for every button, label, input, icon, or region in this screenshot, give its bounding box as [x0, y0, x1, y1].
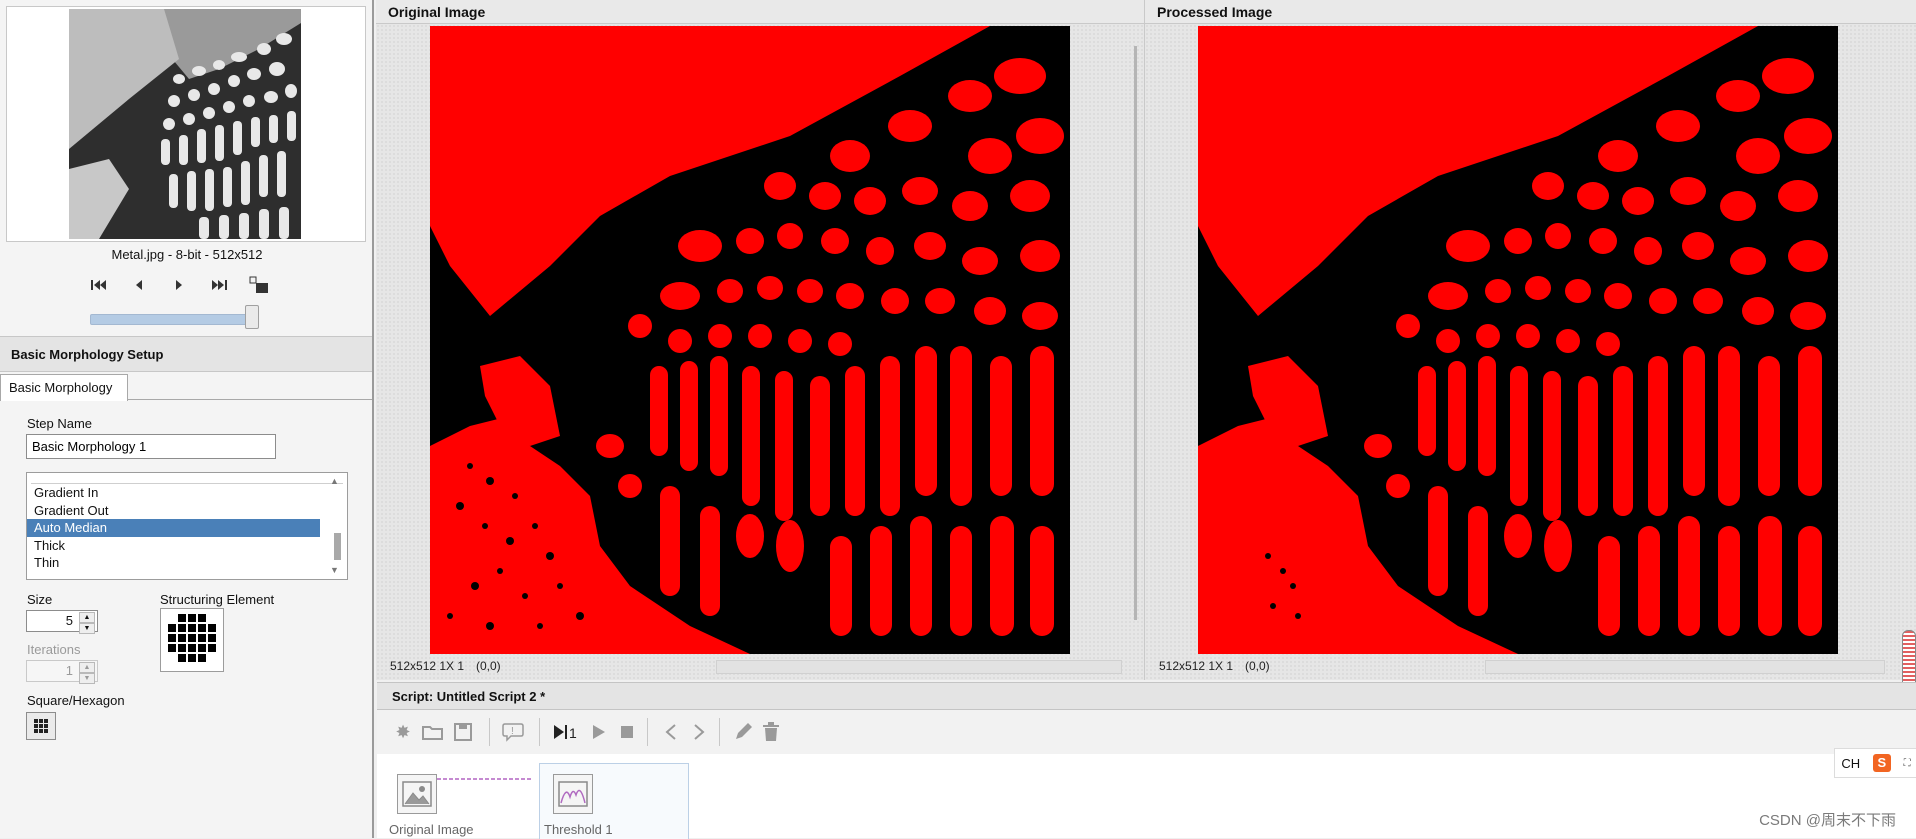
skip-last-icon [212, 280, 227, 290]
frame-view-button[interactable] [248, 274, 270, 296]
prev-frame-button[interactable] [128, 274, 150, 296]
script-step-label: Threshold 1 [544, 822, 613, 837]
delete-icon[interactable] [759, 720, 783, 744]
spin-down-icon[interactable]: ▼ [79, 623, 95, 634]
prev-icon [136, 280, 142, 290]
script-step-original-image[interactable]: Original Image [377, 754, 517, 838]
scroll-down-icon[interactable]: ▼ [330, 565, 339, 575]
thumbnail-frame [6, 6, 366, 242]
square-hexagon-button[interactable] [26, 712, 56, 740]
processed-view-title: Processed Image [1145, 0, 1916, 24]
list-item-thick[interactable]: Thick [27, 537, 320, 555]
original-status-size: 512x512 1X 1 [390, 659, 465, 673]
edit-icon[interactable] [731, 720, 755, 744]
setup-header: Basic Morphology Setup [0, 336, 372, 372]
script-step-label: Original Image [389, 822, 474, 837]
processed-h-scrollbar[interactable] [1485, 660, 1885, 674]
original-view: Original Image 512x512 1X 1 (0,0) [376, 0, 1144, 680]
run-step-icon[interactable]: 1 [551, 720, 581, 744]
original-status-coord: (0,0) [476, 659, 501, 673]
svg-text:!: ! [511, 726, 514, 737]
kernel-grid-icon [168, 614, 216, 662]
processed-status-size: 512x512 1X 1 [1159, 659, 1234, 673]
svg-text:1: 1 [569, 725, 577, 741]
shape-label: Square/Hexagon [27, 693, 125, 708]
comment-icon[interactable]: ! [501, 720, 525, 744]
spin-down-icon: ▼ [79, 673, 95, 684]
size-value: 5 [65, 613, 73, 628]
thumbnail-caption: Metal.jpg - 8-bit - 512x512 [111, 247, 263, 262]
view-splitter[interactable] [1134, 46, 1137, 620]
ime-indicator[interactable]: CH S ⛶ [1834, 748, 1916, 778]
scroll-up-icon[interactable]: ▲ [330, 476, 339, 486]
stop-icon[interactable] [615, 720, 639, 744]
frame-slider-handle[interactable] [245, 305, 259, 329]
original-view-title: Original Image [376, 0, 1144, 24]
operation-list-scrollbar[interactable] [334, 533, 341, 560]
frame-slider[interactable] [90, 314, 254, 325]
size-label: Size [27, 592, 53, 607]
processed-view: Processed Image 512x512 1X 1 (0,0) [1144, 0, 1916, 680]
forward-icon[interactable] [687, 720, 711, 744]
script-header: Script: Untitled Script 2 * [377, 682, 1916, 710]
threshold-step-icon [553, 774, 593, 814]
watermark: CSDN @周末不下雨 [1759, 812, 1896, 829]
processed-status-coord: (0,0) [1245, 659, 1270, 673]
step-name-input[interactable] [26, 434, 276, 459]
iterations-label: Iterations [27, 642, 81, 657]
structuring-element-grid[interactable] [160, 608, 224, 672]
tab-basic-morphology[interactable]: Basic Morphology [0, 374, 128, 401]
skip-first-icon [91, 280, 106, 290]
operation-list[interactable]: Gradient In Gradient Out Auto Median Thi… [26, 472, 348, 580]
original-binary-image[interactable] [430, 26, 1070, 654]
list-item-thin[interactable]: Thin [27, 554, 320, 572]
original-h-scrollbar[interactable] [716, 660, 1122, 674]
size-stepper[interactable]: 5 ▲ ▼ [26, 610, 98, 634]
list-item-auto-median[interactable]: Auto Median [27, 519, 320, 537]
next-frame-button[interactable] [168, 274, 190, 296]
step-name-label: Step Name [27, 416, 93, 431]
structuring-element-label: Structuring Element [160, 592, 275, 607]
processed-binary-image[interactable] [1198, 26, 1838, 654]
expand-icon: ⛶ [1903, 757, 1911, 769]
script-canvas: Original Image Threshold 1 [377, 754, 1916, 839]
spin-up-icon: ▲ [79, 662, 95, 673]
original-status-bar: 512x512 1X 1 (0,0) [386, 656, 1122, 678]
ime-lang-label: CH [1841, 755, 1861, 771]
list-item-gradient-out[interactable]: Gradient Out [27, 502, 320, 520]
script-toolbar: ✸ ! 1 [377, 710, 1916, 755]
script-step-threshold-1[interactable]: Threshold 1 [537, 754, 677, 838]
left-panel: Metal.jpg - 8-bit - 512x512 Basic Morpho… [0, 0, 374, 838]
run-icon[interactable] [587, 720, 611, 744]
save-icon[interactable] [451, 720, 475, 744]
iterations-stepper: 1 ▲ ▼ [26, 660, 98, 684]
processed-status-bar: 512x512 1X 1 (0,0) [1155, 656, 1895, 678]
next-icon [176, 280, 182, 290]
spin-up-icon[interactable]: ▲ [79, 612, 95, 623]
list-item-gradient-in[interactable]: Gradient In [27, 484, 320, 502]
grid-icon [34, 719, 48, 733]
new-icon[interactable]: ✸ [391, 720, 415, 744]
open-folder-icon[interactable] [421, 720, 445, 744]
iterations-value: 1 [65, 663, 73, 678]
back-icon[interactable] [659, 720, 683, 744]
thumbnail-image [69, 9, 301, 239]
last-frame-button[interactable] [208, 274, 230, 296]
stack-icon [249, 276, 268, 293]
image-step-icon [397, 774, 437, 814]
first-frame-button[interactable] [88, 274, 110, 296]
sogou-icon: S [1872, 754, 1891, 772]
